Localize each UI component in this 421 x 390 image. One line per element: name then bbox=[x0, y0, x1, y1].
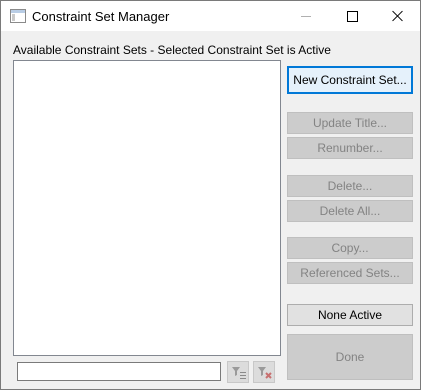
none-active-button[interactable]: None Active bbox=[287, 304, 413, 326]
apply-filter-button[interactable] bbox=[227, 361, 249, 383]
filter-list-icon bbox=[232, 367, 246, 379]
maximize-button[interactable] bbox=[329, 1, 375, 31]
clear-filter-button[interactable] bbox=[253, 361, 275, 383]
renumber-button[interactable]: Renumber... bbox=[287, 137, 413, 159]
app-window-icon bbox=[10, 9, 26, 23]
constraint-sets-caption: Available Constraint Sets - Selected Con… bbox=[13, 43, 331, 57]
copy-button[interactable]: Copy... bbox=[287, 237, 413, 259]
constraint-sets-listbox[interactable] bbox=[13, 60, 281, 356]
constraint-set-manager-window: Constraint Set Manager Available Constra… bbox=[0, 0, 421, 390]
minimize-button[interactable] bbox=[283, 1, 329, 31]
window-title: Constraint Set Manager bbox=[32, 9, 170, 24]
filter-input[interactable] bbox=[17, 362, 221, 381]
new-constraint-set-button[interactable]: New Constraint Set... bbox=[287, 66, 413, 94]
title-bar[interactable]: Constraint Set Manager bbox=[1, 1, 420, 31]
close-button[interactable] bbox=[375, 1, 421, 31]
maximize-icon bbox=[346, 10, 358, 22]
clear-filter-icon bbox=[258, 367, 272, 379]
referenced-sets-button[interactable]: Referenced Sets... bbox=[287, 262, 413, 284]
close-icon bbox=[392, 10, 404, 22]
update-title-button[interactable]: Update Title... bbox=[287, 112, 413, 134]
delete-button[interactable]: Delete... bbox=[287, 175, 413, 197]
delete-all-button[interactable]: Delete All... bbox=[287, 200, 413, 222]
done-button[interactable]: Done bbox=[287, 334, 413, 380]
minimize-icon bbox=[301, 15, 311, 17]
